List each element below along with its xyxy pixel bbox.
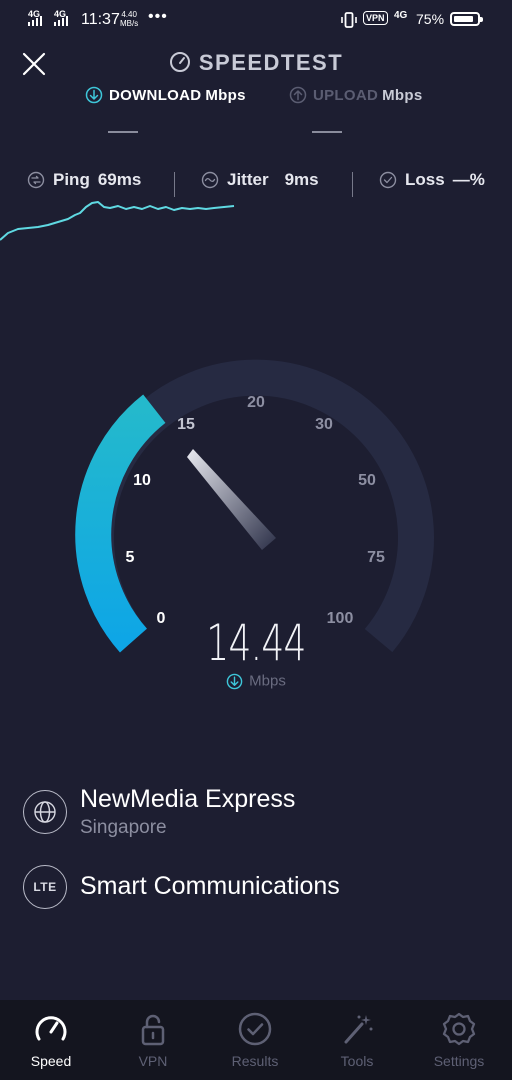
jitter-icon bbox=[201, 171, 219, 189]
jitter-label: Jitter bbox=[227, 170, 269, 189]
jitter-value: 9ms bbox=[284, 170, 319, 189]
gauge-tick-label: 50 bbox=[358, 472, 376, 489]
lock-icon bbox=[141, 1014, 165, 1046]
clock: 11:37 bbox=[81, 11, 120, 28]
nav-vpn[interactable]: VPN bbox=[102, 1000, 204, 1080]
signal-strength-2: 4G bbox=[54, 9, 74, 26]
server-globe-icon[interactable] bbox=[23, 790, 67, 834]
ping-value: 69ms bbox=[97, 170, 142, 189]
magic-wand-icon bbox=[344, 1015, 373, 1044]
nav-results-label: Results bbox=[231, 1053, 279, 1069]
nav-settings-label: Settings bbox=[433, 1053, 485, 1069]
server-location: Singapore bbox=[80, 817, 167, 838]
speed-history-graph bbox=[0, 201, 235, 241]
network-speed-unit: MB/s bbox=[120, 19, 139, 28]
isp-name: Smart Communications bbox=[80, 872, 340, 900]
metric-divider bbox=[174, 172, 175, 197]
loss-value: —% bbox=[452, 170, 485, 189]
nav-speed[interactable]: Speed bbox=[0, 1000, 102, 1080]
ping-label: Ping bbox=[53, 170, 90, 189]
server-host-name[interactable]: NewMedia Express bbox=[80, 785, 295, 814]
signal-strength-1: 4G bbox=[28, 9, 48, 26]
gauge-needle bbox=[187, 449, 276, 550]
vpn-status-icon: VPN bbox=[363, 11, 388, 25]
upload-unit: Mbps bbox=[382, 86, 423, 104]
gauge-tick-label: 20 bbox=[247, 394, 265, 411]
isp-badge-label: LTE bbox=[33, 880, 57, 894]
app-title: SPEEDTEST bbox=[0, 50, 512, 76]
jitter-metric: Jitter 9ms bbox=[201, 170, 319, 190]
ping-icon bbox=[27, 171, 45, 189]
network-speed-value: 4.40 bbox=[121, 10, 137, 19]
nav-speed-label: Speed bbox=[30, 1053, 72, 1069]
speed-unit-text: Mbps bbox=[249, 672, 286, 690]
nav-tools-label: Tools bbox=[340, 1053, 374, 1069]
download-result-placeholder bbox=[108, 131, 138, 133]
gauge-tick-label: 15 bbox=[177, 416, 195, 433]
battery-percent: 75% bbox=[416, 11, 445, 27]
network-speed: 4.40 MB/s bbox=[120, 10, 138, 28]
upload-result-placeholder bbox=[312, 131, 342, 133]
upload-label: UPLOAD bbox=[313, 86, 379, 104]
check-circle-icon bbox=[238, 1012, 272, 1046]
mobile-data-icon: 4G bbox=[394, 10, 408, 21]
tab-download[interactable]: DOWNLOAD Mbps bbox=[85, 86, 246, 104]
isp-lte-icon: LTE bbox=[23, 865, 67, 909]
gear-icon bbox=[442, 1012, 476, 1046]
signal-2-label: 4G bbox=[54, 9, 67, 19]
app-title-text: SPEEDTEST bbox=[198, 50, 344, 75]
nav-tools[interactable]: Tools bbox=[306, 1000, 408, 1080]
gauge-tick-label: 5 bbox=[126, 549, 135, 566]
more-notifications-icon: ••• bbox=[148, 8, 168, 25]
ping-metric: Ping 69ms bbox=[27, 170, 141, 190]
gauge-tick-label: 30 bbox=[315, 416, 333, 433]
nav-results[interactable]: Results bbox=[204, 1000, 306, 1080]
download-arrow-icon bbox=[85, 86, 103, 104]
upload-arrow-icon bbox=[289, 86, 307, 104]
gauge-tick-label: 10 bbox=[133, 472, 151, 489]
loss-label: Loss bbox=[405, 170, 445, 189]
download-unit: Mbps bbox=[205, 86, 246, 104]
gauge-tick-label: 75 bbox=[367, 549, 385, 566]
signal-1-label: 4G bbox=[28, 9, 41, 19]
globe-icon bbox=[34, 801, 56, 823]
packet-loss-icon bbox=[379, 171, 397, 189]
nav-settings[interactable]: Settings bbox=[408, 1000, 510, 1080]
speedometer-icon bbox=[169, 52, 190, 72]
download-arrow-icon bbox=[226, 673, 243, 689]
nav-vpn-label: VPN bbox=[138, 1053, 168, 1069]
speed-unit-label: Mbps bbox=[0, 672, 512, 690]
vibrate-icon bbox=[341, 12, 357, 28]
bottom-navigation: Speed VPN Results Tools Settings bbox=[0, 1000, 512, 1080]
status-bar: 4G 4G 11:37 4.40 MB/s ••• VPN 4G 75% bbox=[0, 0, 512, 40]
download-label: DOWNLOAD bbox=[109, 86, 202, 104]
speedometer-icon bbox=[35, 1016, 67, 1041]
current-speed-value: 14.44 bbox=[206, 614, 306, 672]
metric-divider bbox=[352, 172, 353, 197]
tab-upload[interactable]: UPLOAD Mbps bbox=[289, 86, 423, 104]
battery-icon bbox=[450, 12, 483, 26]
loss-metric: Loss —% bbox=[379, 170, 485, 190]
